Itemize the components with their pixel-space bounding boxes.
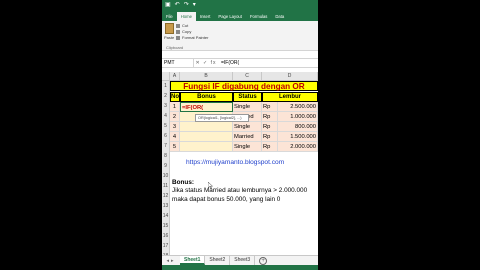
function-tooltip: OR(logical1, [logical2], ...) — [195, 114, 249, 122]
row-header[interactable]: 1 — [162, 81, 170, 91]
row-header[interactable]: 15 — [162, 221, 170, 231]
paintbrush-icon — [176, 36, 180, 40]
cell-status[interactable]: Single — [233, 102, 262, 112]
sheet-tab-1[interactable]: Sheet1 — [180, 256, 206, 265]
row-header[interactable]: 6 — [162, 131, 170, 141]
sheet-tab-2[interactable]: Sheet2 — [205, 256, 231, 265]
cell-lembur[interactable]: 1.500.000 — [278, 132, 318, 142]
copy-icon — [176, 30, 180, 34]
ribbon-tabs: File Home Insert Page Layout Formulas Da… — [162, 11, 318, 21]
cell-status[interactable]: Single — [233, 122, 262, 132]
cell-lembur[interactable]: 2.000.000 — [278, 142, 318, 152]
row-header[interactable]: 11 — [162, 181, 170, 191]
cell-bonus[interactable] — [180, 142, 233, 152]
cell-currency[interactable]: Rp — [262, 112, 278, 122]
title-bar: ▣ ↶ ↷ ▾ — [162, 0, 318, 11]
scissors-icon — [176, 24, 180, 28]
cell-bonus[interactable] — [180, 122, 233, 132]
clipboard-icon — [164, 23, 174, 34]
formula-input[interactable]: =IF(OR( — [218, 60, 239, 66]
row-header[interactable]: 8 — [162, 151, 170, 161]
cell-status[interactable]: Single — [233, 142, 262, 152]
row-header[interactable]: 3 — [162, 101, 170, 111]
tab-insert[interactable]: Insert — [196, 12, 214, 21]
cell-no[interactable]: 3 — [170, 122, 180, 132]
row-header[interactable]: 17 — [162, 241, 170, 251]
paste-button[interactable]: Paste — [164, 23, 174, 40]
column-header-c[interactable]: C — [233, 72, 262, 81]
format-painter-button[interactable]: Format Painter — [176, 35, 208, 41]
tab-file[interactable]: File — [162, 12, 177, 21]
header-status[interactable]: Status — [233, 92, 262, 102]
blog-link[interactable]: https://mujiyamanto.blogspot.com — [186, 159, 284, 166]
row-header[interactable]: 10 — [162, 171, 170, 181]
save-icon[interactable]: ▣ — [165, 0, 171, 11]
row-header[interactable]: 2 — [162, 91, 170, 101]
cell-lembur[interactable]: 2.500.000 — [278, 102, 318, 112]
bonus-rule-line-1: Jika status Married atau lemburnya > 2.0… — [172, 187, 308, 194]
row-header[interactable]: 7 — [162, 141, 170, 151]
clipboard-actions: Cut Copy Format Painter — [176, 23, 208, 41]
row-header[interactable]: 14 — [162, 211, 170, 221]
cell-no[interactable]: 1 — [170, 102, 180, 112]
tab-page-layout[interactable]: Page Layout — [214, 12, 246, 21]
cell-currency[interactable]: Rp — [262, 102, 278, 112]
row-header[interactable]: 16 — [162, 231, 170, 241]
row-header[interactable]: 12 — [162, 191, 170, 201]
cell-bonus[interactable]: =IF(OR( — [180, 102, 233, 112]
add-sheet-icon[interactable]: + — [259, 256, 268, 265]
header-no[interactable]: No — [170, 92, 180, 102]
cell-lembur[interactable]: 1.000.000 — [278, 112, 318, 122]
tab-data[interactable]: Data — [271, 12, 288, 21]
tab-home[interactable]: Home — [176, 12, 196, 21]
status-bar — [162, 265, 318, 270]
column-header-a[interactable]: A — [170, 72, 180, 81]
column-header-d[interactable]: D — [262, 72, 318, 81]
row-header[interactable]: 4 — [162, 111, 170, 121]
undo-icon[interactable]: ↶ — [175, 0, 180, 11]
customize-dropdown-icon[interactable]: ▾ — [193, 0, 196, 11]
name-box[interactable]: PMT — [162, 59, 194, 67]
cell-currency[interactable]: Rp — [262, 132, 278, 142]
header-bonus[interactable]: Bonus — [180, 92, 233, 102]
header-lembur[interactable]: Lembur — [262, 92, 318, 102]
sheet-tab-bar: ◂▸ Sheet1 Sheet2 Sheet3 + — [162, 255, 318, 265]
sheet-nav-arrows[interactable]: ◂▸ — [162, 258, 180, 264]
bonus-rule-line-2: maka dapat bonus 50.000, yang lain 0 — [172, 196, 281, 203]
cell-bonus[interactable] — [180, 132, 233, 142]
row-header[interactable]: 5 — [162, 121, 170, 131]
row-header[interactable]: 9 — [162, 161, 170, 171]
cell-currency[interactable]: Rp — [262, 122, 278, 132]
cell-currency[interactable]: Rp — [262, 142, 278, 152]
cell-no[interactable]: 5 — [170, 142, 180, 152]
cell-no[interactable]: 2 — [170, 112, 180, 122]
redo-icon[interactable]: ↷ — [184, 0, 189, 11]
cell-no[interactable]: 4 — [170, 132, 180, 142]
formula-bar: PMT ✕ ✓ fx =IF(OR( — [162, 58, 318, 68]
select-all-corner[interactable] — [162, 72, 170, 81]
cell-status[interactable]: Married — [233, 132, 262, 142]
mouse-cursor-icon — [208, 182, 213, 189]
formula-icons[interactable]: ✕ ✓ fx — [194, 60, 218, 66]
column-header-b[interactable]: B — [180, 72, 233, 81]
sheet-title[interactable]: Fungsi IF digabung dengan OR — [170, 81, 318, 91]
cell-lembur[interactable]: 800.000 — [278, 122, 318, 132]
ribbon-home: Paste Cut Copy Format Painter Clipboard — [162, 21, 318, 51]
clipboard-group-label: Clipboard — [166, 45, 184, 50]
bonus-title: Bonus: — [172, 179, 195, 186]
excel-window: ▣ ↶ ↷ ▾ File Home Insert Page Layout For… — [162, 0, 318, 270]
tab-formulas[interactable]: Formulas — [246, 12, 271, 21]
row-header[interactable]: 13 — [162, 201, 170, 211]
sheet-tab-3[interactable]: Sheet3 — [230, 256, 256, 265]
